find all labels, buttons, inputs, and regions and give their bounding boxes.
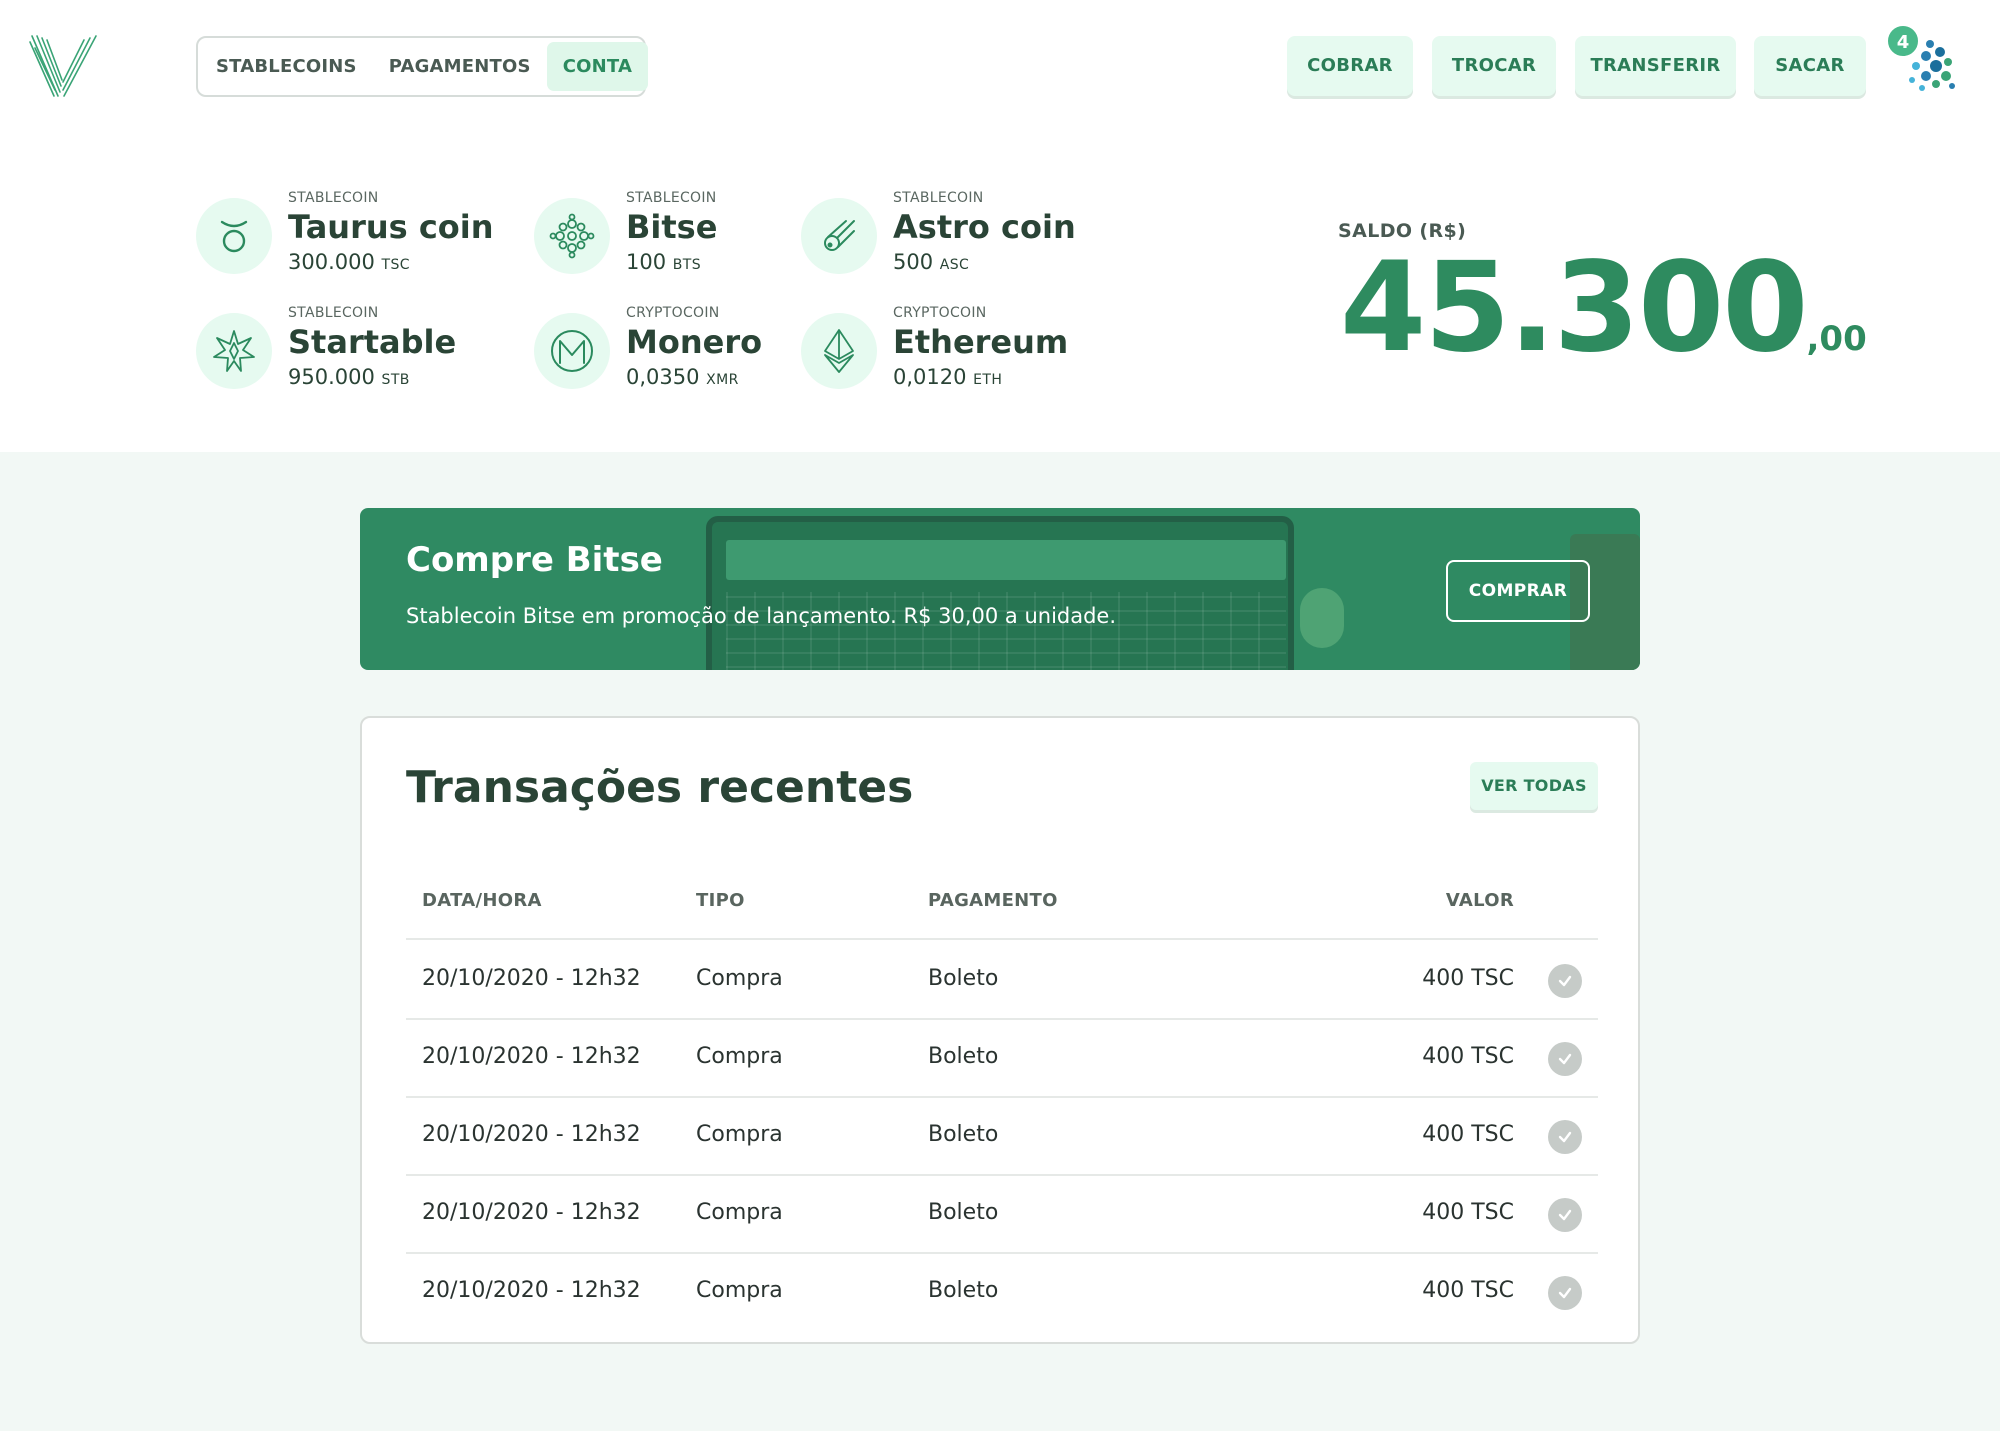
bitse-icon	[534, 198, 610, 274]
promo-banner: Compre Bitse Stablecoin Bitse em promoçã…	[360, 508, 1640, 670]
column-date[interactable]: DATA/HORA	[422, 890, 542, 911]
cell-date: 20/10/2020 - 12h32	[422, 1278, 641, 1303]
cell-payment: Boleto	[928, 1044, 999, 1069]
cell-type: Compra	[696, 1044, 783, 1069]
column-type[interactable]: TIPO	[696, 890, 745, 911]
cell-type: Compra	[696, 1122, 783, 1147]
banner-subtitle: Stablecoin Bitse em promoção de lançamen…	[406, 604, 1117, 628]
cell-type: Compra	[696, 1200, 783, 1225]
table-row[interactable]: 20/10/2020 - 12h32 Compra Boleto 400 TSC	[406, 942, 1598, 1020]
table-header: DATA/HORA TIPO PAGAMENTO VALOR	[406, 868, 1598, 940]
check-icon	[1548, 1042, 1582, 1076]
coin-amount: 0,0350 XMR	[626, 365, 739, 389]
coin-startable[interactable]: STABLECOIN Startable 950.000 STB	[196, 305, 496, 405]
transferir-button[interactable]: TRANSFERIR	[1575, 36, 1736, 96]
view-all-button[interactable]: VER TODAS	[1470, 762, 1598, 810]
check-icon	[1548, 1120, 1582, 1154]
star-icon	[196, 313, 272, 389]
main-nav: STABLECOINS PAGAMENTOS CONTA	[196, 36, 649, 97]
cell-date: 20/10/2020 - 12h32	[422, 966, 641, 991]
coin-taurus[interactable]: STABLECOIN Taurus coin 300.000 TSC	[196, 190, 496, 290]
cell-type: Compra	[696, 1278, 783, 1303]
comet-icon	[801, 198, 877, 274]
cell-payment: Boleto	[928, 966, 999, 991]
coin-amount: 300.000 TSC	[288, 250, 410, 274]
column-payment[interactable]: PAGAMENTO	[928, 890, 1058, 911]
cell-value: 400 TSC	[1422, 1278, 1514, 1303]
comprar-button[interactable]: COMPRAR	[1446, 560, 1590, 622]
table-row[interactable]: 20/10/2020 - 12h32 Compra Boleto 400 TSC	[406, 1098, 1598, 1176]
coin-amount: 100 BTS	[626, 250, 702, 274]
coin-amount: 950.000 STB	[288, 365, 410, 389]
cell-date: 20/10/2020 - 12h32	[422, 1200, 641, 1225]
balance-integer: 45.300	[1340, 236, 1809, 380]
cell-value: 400 TSC	[1422, 1122, 1514, 1147]
balance-value: 45.300,00	[1340, 236, 1867, 380]
coin-name: Taurus coin	[288, 208, 494, 246]
cell-date: 20/10/2020 - 12h32	[422, 1122, 641, 1147]
trocar-button[interactable]: TROCAR	[1432, 36, 1556, 96]
cobrar-button[interactable]: COBRAR	[1287, 36, 1413, 96]
transactions-title: Transações recentes	[406, 762, 914, 813]
cell-value: 400 TSC	[1422, 1200, 1514, 1225]
cell-type: Compra	[696, 966, 783, 991]
check-icon	[1548, 964, 1582, 998]
tab-stablecoins[interactable]: STABLECOINS	[216, 42, 373, 91]
coin-name: Startable	[288, 323, 457, 361]
coin-category: STABLECOIN	[288, 305, 379, 321]
column-value[interactable]: VALOR	[1446, 890, 1514, 911]
table-row[interactable]: 20/10/2020 - 12h32 Compra Boleto 400 TSC	[406, 1254, 1598, 1332]
coin-name: Ethereum	[893, 323, 1069, 361]
cell-value: 400 TSC	[1422, 1044, 1514, 1069]
coin-category: STABLECOIN	[893, 190, 984, 206]
coin-name: Bitse	[626, 208, 718, 246]
taurus-icon	[196, 198, 272, 274]
coin-category: CRYPTOCOIN	[893, 305, 987, 321]
coin-monero[interactable]: CRYPTOCOIN Monero 0,0350 XMR	[534, 305, 784, 405]
cell-value: 400 TSC	[1422, 966, 1514, 991]
check-icon	[1548, 1198, 1582, 1232]
coin-astro[interactable]: STABLECOIN Astro coin 500 ASC	[801, 190, 1101, 290]
coin-amount: 0,0120 ETH	[893, 365, 1003, 389]
cell-payment: Boleto	[928, 1278, 999, 1303]
coin-ethereum[interactable]: CRYPTOCOIN Ethereum 0,0120 ETH	[801, 305, 1101, 405]
banner-title: Compre Bitse	[406, 540, 663, 580]
coin-name: Astro coin	[893, 208, 1076, 246]
check-icon	[1548, 1276, 1582, 1310]
cell-date: 20/10/2020 - 12h32	[422, 1044, 641, 1069]
coin-category: CRYPTOCOIN	[626, 305, 720, 321]
table-row[interactable]: 20/10/2020 - 12h32 Compra Boleto 400 TSC	[406, 1176, 1598, 1254]
cell-payment: Boleto	[928, 1200, 999, 1225]
transactions-card: Transações recentes VER TODAS DATA/HORA …	[360, 716, 1640, 1344]
sacar-button[interactable]: SACAR	[1754, 36, 1866, 96]
brand-logo-icon[interactable]	[28, 32, 100, 100]
monero-icon	[534, 313, 610, 389]
cell-payment: Boleto	[928, 1122, 999, 1147]
ethereum-icon	[801, 313, 877, 389]
tab-pagamentos[interactable]: PAGAMENTOS	[373, 42, 547, 91]
coin-bitse[interactable]: STABLECOIN Bitse 100 BTS	[534, 190, 784, 290]
table-row[interactable]: 20/10/2020 - 12h32 Compra Boleto 400 TSC	[406, 1020, 1598, 1098]
tab-conta[interactable]: CONTA	[546, 42, 649, 91]
banner-background-laptop	[706, 516, 1294, 670]
coin-name: Monero	[626, 323, 763, 361]
notification-badge[interactable]: 4	[1886, 24, 1920, 58]
balance-decimal: ,00	[1806, 319, 1867, 359]
coin-amount: 500 ASC	[893, 250, 970, 274]
coin-category: STABLECOIN	[626, 190, 717, 206]
coin-category: STABLECOIN	[288, 190, 379, 206]
